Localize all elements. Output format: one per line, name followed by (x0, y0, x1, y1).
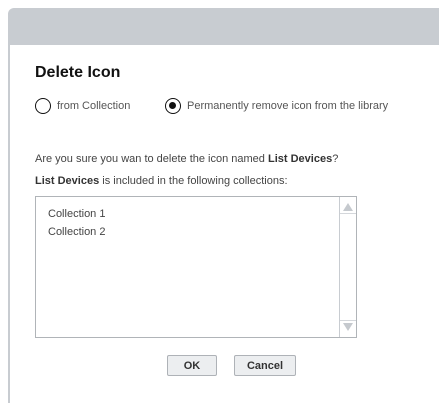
radio-from-collection-label: from Collection (57, 100, 131, 112)
collections-message: List Devices is included in the followin… (35, 175, 288, 187)
radio-button-unchecked[interactable] (35, 98, 51, 114)
icon-name: List Devices (267, 153, 333, 165)
arrow-down-icon (343, 323, 353, 331)
radio-from-collection[interactable]: from Collection (35, 97, 130, 115)
dialog-titlebar[interactable] (8, 8, 439, 45)
scrollbar[interactable] (339, 197, 356, 337)
dialog-content: Delete Icon from Collection Permanently … (10, 45, 439, 403)
confirm-prefix: Are you sure you wan to delete the icon … (35, 153, 268, 165)
collections-list: Collection 1 Collection 2 (48, 206, 105, 242)
dialog-title: Delete Icon (35, 64, 121, 81)
arrow-up-icon (343, 203, 353, 211)
confirm-message: Are you sure you wan to delete the icon … (35, 153, 338, 165)
collections-suffix: is included in the following collections… (99, 175, 288, 187)
collections-listbox[interactable]: Collection 1 Collection 2 (35, 196, 357, 338)
radio-permanently-remove-label: Permanently remove icon from the library (187, 100, 389, 112)
radio-permanently-remove[interactable]: Permanently remove icon from the library (165, 97, 388, 115)
ok-button[interactable]: OK (167, 355, 217, 376)
icon-name-2: List Devices (35, 175, 100, 187)
confirm-suffix: ? (332, 153, 339, 165)
list-item[interactable]: Collection 1 (48, 206, 105, 224)
scroll-down-button[interactable] (340, 320, 356, 337)
scroll-up-button[interactable] (340, 197, 356, 214)
dialog-window: Delete Icon from Collection Permanently … (8, 8, 439, 403)
radio-button-checked[interactable] (165, 98, 181, 114)
cancel-button[interactable]: Cancel (234, 355, 296, 376)
list-item[interactable]: Collection 2 (48, 224, 105, 242)
